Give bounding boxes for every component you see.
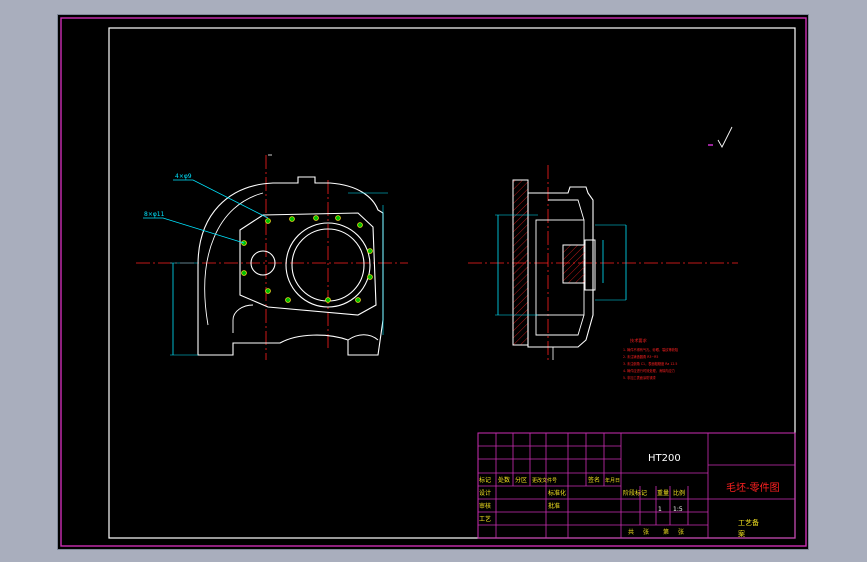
cad-viewport[interactable]: 4×φ9 8×φ11 技术要求 1. 铸件不得有气孔、砂眼、裂纹等缺陷 2. 未… bbox=[57, 14, 809, 550]
drawing-canvas[interactable]: 4×φ9 8×φ11 技术要求 1. 铸件不得有气孔、砂眼、裂纹等缺陷 2. 未… bbox=[58, 15, 810, 551]
callout-top-text: 4×φ9 bbox=[175, 173, 192, 180]
company-suffix: 案 bbox=[738, 529, 745, 538]
scale-value: 1:5 bbox=[673, 506, 683, 513]
hdr-date: 年月日 bbox=[605, 477, 620, 484]
material-label: HT200 bbox=[648, 453, 681, 464]
front-foot-fillet bbox=[232, 304, 254, 333]
hdr-weight: 重量 bbox=[657, 489, 669, 497]
notes-line-5: 5. 非加工表面涂防锈漆 bbox=[623, 375, 657, 380]
hdr-reviewer: 审核 bbox=[479, 502, 491, 510]
hdr-zone: 分区 bbox=[515, 476, 527, 484]
side-view[interactable] bbox=[468, 165, 738, 360]
notes-heading: 技术要求 bbox=[630, 337, 648, 344]
notes-line-2: 2. 未注铸造圆角 R3~R5 bbox=[623, 354, 658, 359]
company-name: 工艺备 bbox=[738, 518, 759, 527]
hdr-signature: 签名 bbox=[588, 476, 600, 484]
hdr-total: 共 bbox=[628, 528, 634, 536]
hdr-page: 第 bbox=[663, 528, 669, 536]
title-block[interactable]: 标记 处数 分区 更改文件号 签名 年月日 设计 标准化 审核 批准 工艺 阶段… bbox=[477, 432, 796, 539]
front-right-foot bbox=[347, 334, 379, 341]
front-body-outline bbox=[197, 176, 384, 356]
front-view[interactable]: 4×φ9 8×φ11 bbox=[136, 154, 408, 360]
hdr-change-doc: 更改文件号 bbox=[532, 477, 557, 484]
side-boss bbox=[562, 244, 586, 284]
hdr-mark: 标记 bbox=[479, 476, 491, 484]
notes-line-1: 1. 铸件不得有气孔、砂眼、裂纹等缺陷 bbox=[623, 347, 678, 352]
window-top-band bbox=[0, 0, 867, 14]
leader-left bbox=[143, 217, 245, 244]
technical-notes: 技术要求 1. 铸件不得有气孔、砂眼、裂纹等缺陷 2. 未注铸造圆角 R3~R5… bbox=[623, 337, 678, 380]
hdr-sheets: 张 bbox=[643, 528, 649, 536]
side-bottom-rib bbox=[535, 314, 585, 336]
hdr-page-unit: 张 bbox=[678, 528, 684, 536]
hdr-stage-mark: 阶段标记 bbox=[623, 489, 647, 497]
hdr-count: 处数 bbox=[498, 476, 510, 484]
hdr-ratio: 比例 bbox=[673, 489, 685, 497]
notes-line-4: 4. 铸件应进行时效处理，消除内应力 bbox=[623, 368, 675, 373]
drawing-title: 毛坯-零件图 bbox=[726, 482, 780, 494]
hdr-process: 工艺 bbox=[479, 515, 491, 523]
hdr-approve: 批准 bbox=[548, 502, 560, 510]
roughness-symbol bbox=[708, 126, 733, 148]
hdr-designer: 设计 bbox=[479, 489, 491, 497]
hdr-standardize: 标准化 bbox=[548, 489, 566, 497]
side-flange-wall bbox=[512, 179, 529, 346]
callout-left-text: 8×φ11 bbox=[144, 211, 165, 218]
side-top-rib bbox=[548, 199, 585, 221]
sheet-count-value: 1 bbox=[658, 506, 662, 513]
inner-frame bbox=[108, 27, 796, 539]
notes-line-3: 3. 未注倒角 C1，表面粗糙度 Ra 12.5 bbox=[623, 361, 677, 366]
